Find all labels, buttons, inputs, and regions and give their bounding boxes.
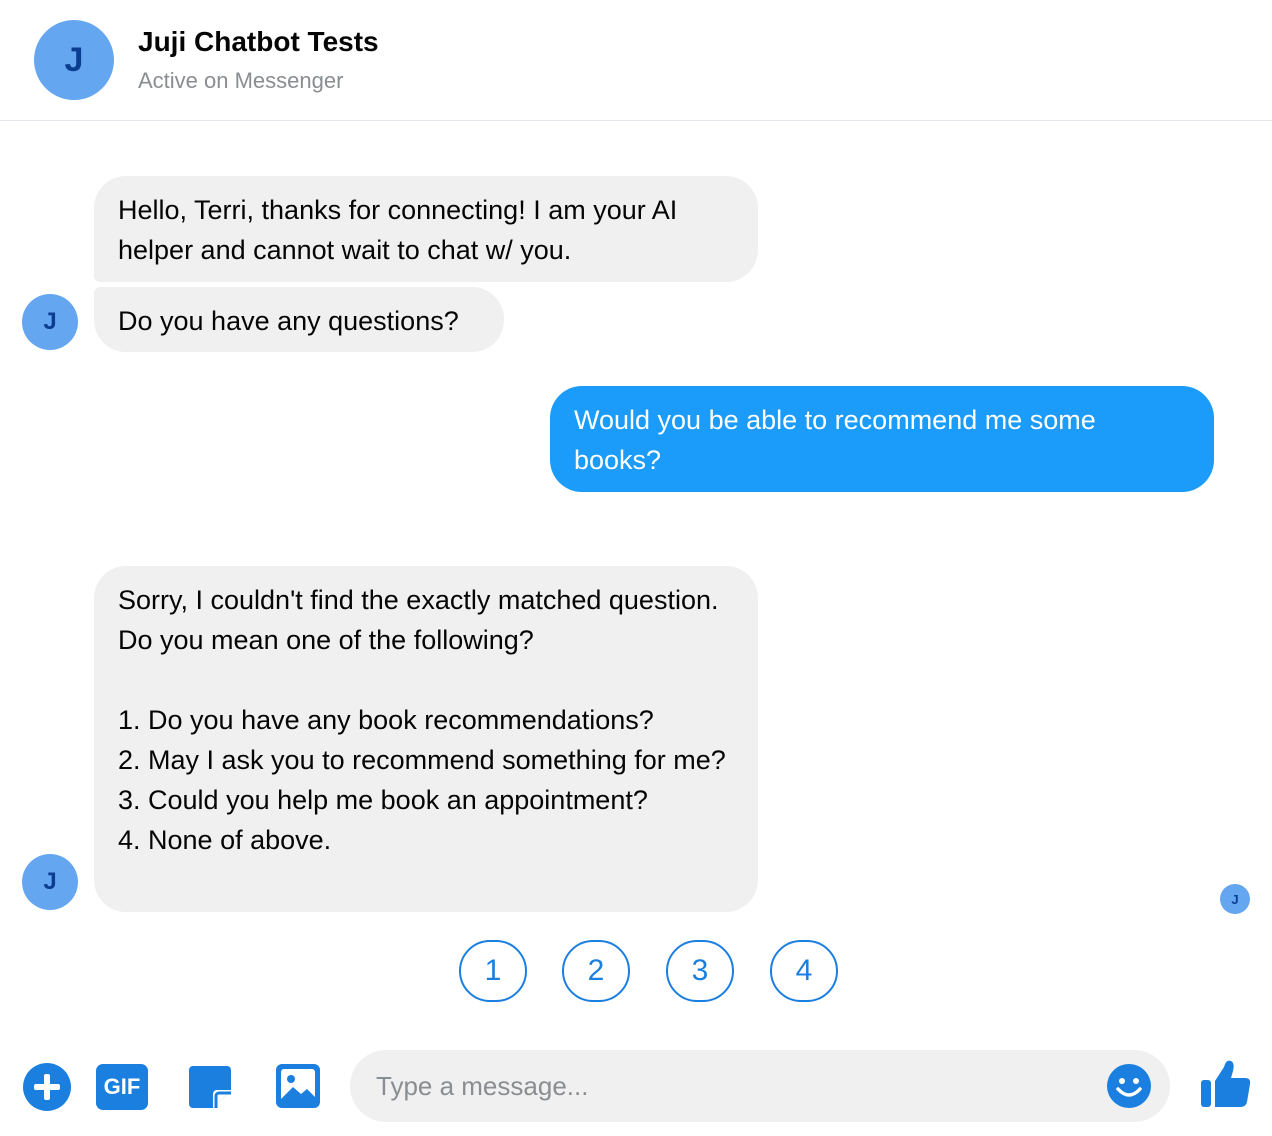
bot-avatar[interactable]: J [22,294,78,350]
bot-message: Sorry, I couldn't find the exactly match… [94,566,758,912]
quick-reply-button[interactable]: 1 [459,940,527,1002]
chat-header: J Juji Chatbot Tests Active on Messenger [0,0,1272,121]
active-status: Active on Messenger [138,68,344,93]
user-message: Would you be able to recommend me some b… [550,386,1214,492]
avatar-letter: J [64,40,84,79]
chatbot-avatar[interactable]: J [34,20,114,100]
seen-indicator-avatar: J [1220,884,1250,914]
plus-icon[interactable] [22,1062,72,1112]
avatar-letter: J [43,868,57,895]
bot-message: Hello, Terri, thanks for connecting! I a… [94,176,758,282]
bot-avatar[interactable]: J [22,854,78,910]
quick-reply-button[interactable]: 4 [770,940,838,1002]
emoji-icon[interactable] [1106,1063,1152,1109]
bot-message: Do you have any questions? [94,287,504,352]
chat-title[interactable]: Juji Chatbot Tests [138,26,379,58]
gif-label: GIF [103,1074,141,1099]
avatar-letter: J [43,308,57,335]
message-input[interactable] [350,1050,1170,1122]
sticker-icon[interactable] [187,1064,233,1110]
quick-reply-button[interactable]: 2 [562,940,630,1002]
thumbs-up-icon[interactable] [1198,1055,1254,1111]
image-icon[interactable] [275,1063,321,1109]
quick-reply-button[interactable]: 3 [666,940,734,1002]
avatar-letter: J [1231,891,1239,907]
gif-button[interactable]: GIF [96,1064,148,1110]
